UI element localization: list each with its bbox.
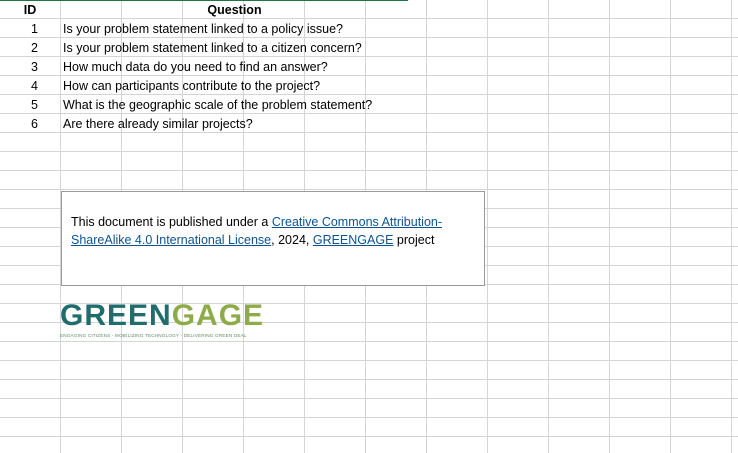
id-cell[interactable]: 1 — [0, 20, 38, 39]
question-cell[interactable]: How can participants contribute to the p… — [63, 77, 407, 96]
question-cell[interactable]: Is your problem statement linked to a po… — [63, 20, 407, 39]
greengage-logo: GREENGAGE ENGAGING CITIZENS - MOBILIZING… — [60, 299, 263, 342]
id-cell[interactable]: 6 — [0, 115, 38, 134]
license-textbox[interactable]: This document is published under a Creat… — [61, 191, 485, 286]
license-text-middle: , 2024, — [271, 233, 313, 247]
id-cell[interactable]: 4 — [0, 77, 38, 96]
logo-tagline: ENGAGING CITIZENS - MOBILIZING TECHNOLOG… — [60, 333, 247, 338]
id-cell[interactable]: 3 — [0, 58, 38, 77]
logo-wordmark: GREENGAGE — [60, 299, 263, 332]
question-column-header[interactable]: Question — [61, 1, 408, 20]
id-cell[interactable]: 5 — [0, 96, 38, 115]
logo-word-part1: GREEN — [60, 299, 172, 332]
question-cell[interactable]: How much data do you need to find an ans… — [63, 58, 407, 77]
license-text-prefix: This document is published under a — [71, 215, 272, 229]
question-cell[interactable]: Are there already similar projects? — [63, 115, 407, 134]
question-cell[interactable]: What is the geographic scale of the prob… — [63, 96, 407, 115]
question-cell[interactable]: Is your problem statement linked to a ci… — [63, 39, 407, 58]
id-cell[interactable]: 2 — [0, 39, 38, 58]
license-text-suffix: project — [393, 233, 435, 247]
spreadsheet-grid[interactable]: ID Question 1 Is your problem statement … — [0, 0, 738, 453]
project-link[interactable]: GREENGAGE — [313, 233, 394, 247]
logo-word-part2: GAGE — [171, 299, 265, 332]
id-column-header[interactable]: ID — [0, 1, 60, 20]
